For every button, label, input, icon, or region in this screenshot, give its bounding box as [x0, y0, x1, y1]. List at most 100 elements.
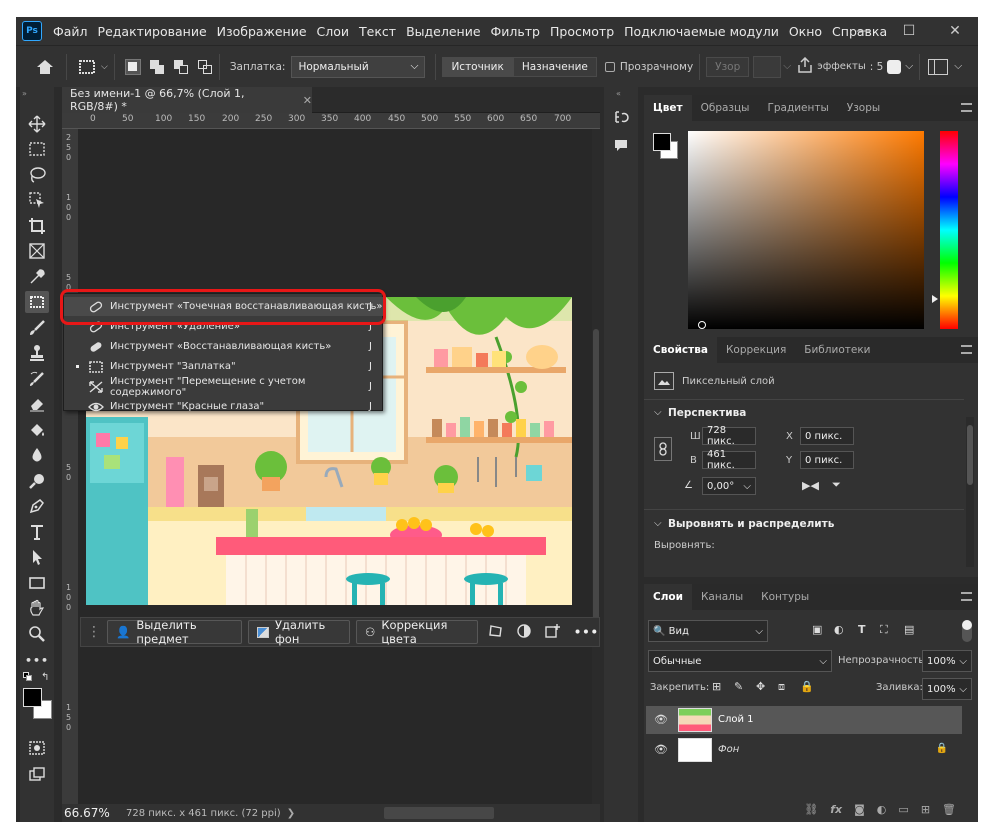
canvas-scrollbar[interactable] [592, 129, 600, 804]
select-subject-button[interactable]: 👤 Выделить предмет [107, 618, 242, 646]
paint-bucket-tool-icon[interactable] [25, 419, 49, 441]
filter-shape-icon[interactable]: ⛶ [880, 623, 888, 637]
height-field[interactable]: 461 пикс. [702, 449, 756, 471]
flyout-patch-tool[interactable]: Инструмент "Заплатка" J [64, 357, 384, 376]
generative-fill-icon[interactable] [544, 623, 562, 642]
source-button[interactable]: Источник [442, 56, 513, 77]
rectangle-tool-icon[interactable] [25, 572, 49, 594]
eraser-tool-icon[interactable] [25, 393, 49, 415]
menu-file[interactable]: Файл [48, 24, 93, 39]
menu-plugins[interactable]: Подключаемые модули [619, 24, 784, 39]
swap-colors-icon[interactable]: ↰ [41, 672, 49, 683]
new-adjustment-icon[interactable]: ◐ [877, 803, 887, 816]
hand-tool-icon[interactable] [25, 597, 49, 619]
layer-name[interactable]: Фон [718, 744, 739, 755]
visibility-eye-icon[interactable]: 👁 [654, 713, 668, 726]
adjustment-icon[interactable] [516, 623, 532, 642]
pattern-button[interactable]: Узор [706, 56, 750, 77]
minimize-icon[interactable]: — [840, 17, 886, 45]
subtract-selection-icon[interactable] [173, 59, 189, 75]
default-colors-icon[interactable] [23, 672, 33, 682]
brush-tool-icon[interactable] [25, 317, 49, 339]
home-icon[interactable] [30, 59, 60, 75]
flip-horizontal-icon[interactable]: ▶◀ [802, 479, 819, 492]
lock-pixels-icon[interactable]: ✎ [734, 680, 743, 693]
history-brush-tool-icon[interactable] [25, 368, 49, 390]
fill-field[interactable]: 100% ⌵ [922, 678, 972, 700]
transparent-checkbox[interactable] [604, 61, 615, 72]
close-icon[interactable]: ✕ [932, 17, 978, 45]
layer-filter-select[interactable]: 🔍 Вид ⌵ [648, 620, 768, 642]
tab-libraries[interactable]: Библиотеки [795, 337, 879, 363]
hue-slider[interactable] [940, 131, 958, 329]
link-dimensions-icon[interactable] [654, 437, 672, 461]
filter-pixel-icon[interactable]: ▣ [812, 623, 822, 636]
lock-position-icon[interactable]: ✥ [756, 680, 765, 693]
new-layer-icon[interactable]: ⊞ [921, 803, 930, 816]
pen-tool-icon[interactable] [25, 495, 49, 517]
maximize-icon[interactable]: ☐ [886, 17, 932, 45]
move-tool-icon[interactable] [25, 113, 49, 135]
color-fg-swatch[interactable] [653, 133, 671, 151]
blur-tool-icon[interactable] [25, 444, 49, 466]
visibility-eye-icon[interactable]: 👁 [654, 743, 668, 756]
zoom-tool-icon[interactable] [25, 623, 49, 645]
drag-handle-icon[interactable]: ⋮ [87, 625, 101, 639]
patch-tool-preset-icon[interactable]: ⌵ [77, 58, 108, 76]
layer-row[interactable]: 👁 Фон 🔒 [646, 736, 962, 764]
color-correction-button[interactable]: ⚇ Коррекция цвета [356, 618, 478, 646]
menu-window[interactable]: Окно [784, 24, 827, 39]
patch-mode-select[interactable]: Нормальный ⌵ [291, 55, 426, 78]
tab-gradients[interactable]: Градиенты [758, 95, 837, 121]
flip-vertical-icon[interactable]: ⏷ [832, 478, 841, 492]
marquee-tool-icon[interactable] [25, 138, 49, 160]
more-tools-icon[interactable]: ••• [25, 649, 49, 671]
layer-name[interactable]: Слой 1 [718, 714, 754, 725]
lock-artboard-icon[interactable]: ⧈ [778, 680, 785, 694]
screen-mode-icon[interactable] [25, 763, 49, 785]
object-selection-tool-icon[interactable] [25, 189, 49, 211]
menu-image[interactable]: Изображение [212, 24, 312, 39]
tab-channels[interactable]: Каналы [692, 584, 752, 610]
frame-tool-icon[interactable] [25, 240, 49, 262]
remove-background-button[interactable]: Удалить фон [247, 618, 351, 646]
share-icon[interactable] [797, 56, 813, 76]
link-layers-icon[interactable]: ⛓ [804, 803, 818, 816]
layer-style-icon[interactable]: fx [830, 803, 842, 816]
add-mask-icon[interactable]: ◙ [854, 803, 865, 816]
perspective-chevron-icon[interactable]: ⌵ [654, 407, 662, 418]
canvas-area[interactable] [78, 129, 600, 804]
lasso-tool-icon[interactable] [25, 164, 49, 186]
menu-type[interactable]: Текст [354, 24, 401, 39]
layer-row[interactable]: 👁 Слой 1 [646, 706, 962, 734]
dodge-tool-icon[interactable] [25, 470, 49, 492]
new-selection-icon[interactable] [124, 58, 141, 75]
width-field[interactable]: 728 пикс. [702, 425, 756, 447]
diffusion-swatch[interactable] [887, 59, 902, 74]
document-tab[interactable]: Без имени-1 @ 66,7% (Слой 1, RGB/8#) * ✕ [62, 87, 312, 113]
workspace-icon[interactable] [928, 58, 949, 75]
panel-menu-icon[interactable] [961, 592, 972, 601]
history-panel-icon[interactable] [613, 109, 629, 128]
properties-scrollbar[interactable] [966, 417, 974, 567]
add-to-selection-icon[interactable] [149, 59, 165, 75]
y-field[interactable]: 0 пикс. [800, 451, 854, 469]
panel-menu-icon[interactable] [961, 345, 972, 354]
transform-icon[interactable] [488, 623, 504, 642]
pattern-swatch[interactable] [753, 55, 782, 78]
menu-layers[interactable]: Слои [312, 24, 355, 39]
path-selection-tool-icon[interactable] [25, 546, 49, 568]
filter-toggle[interactable] [962, 620, 972, 642]
tab-layers[interactable]: Слои [644, 584, 692, 610]
tab-swatches[interactable]: Образцы [692, 95, 759, 121]
zoom-level[interactable]: 66.67% [64, 806, 122, 820]
angle-field[interactable]: 0,00° ⌵ [702, 477, 756, 495]
blend-mode-select[interactable]: Обычные ⌵ [648, 650, 832, 672]
tab-adjustments[interactable]: Коррекция [717, 337, 795, 363]
lock-transparent-icon[interactable]: ⊞ [712, 680, 721, 693]
crop-tool-icon[interactable] [25, 215, 49, 237]
flyout-red-eye[interactable]: Инструмент "Красные глаза" J [64, 397, 384, 416]
lock-all-icon[interactable]: 🔒 [800, 680, 814, 693]
align-heading[interactable]: Выровнять и распределить [668, 518, 834, 530]
tab-color[interactable]: Цвет [644, 95, 692, 121]
